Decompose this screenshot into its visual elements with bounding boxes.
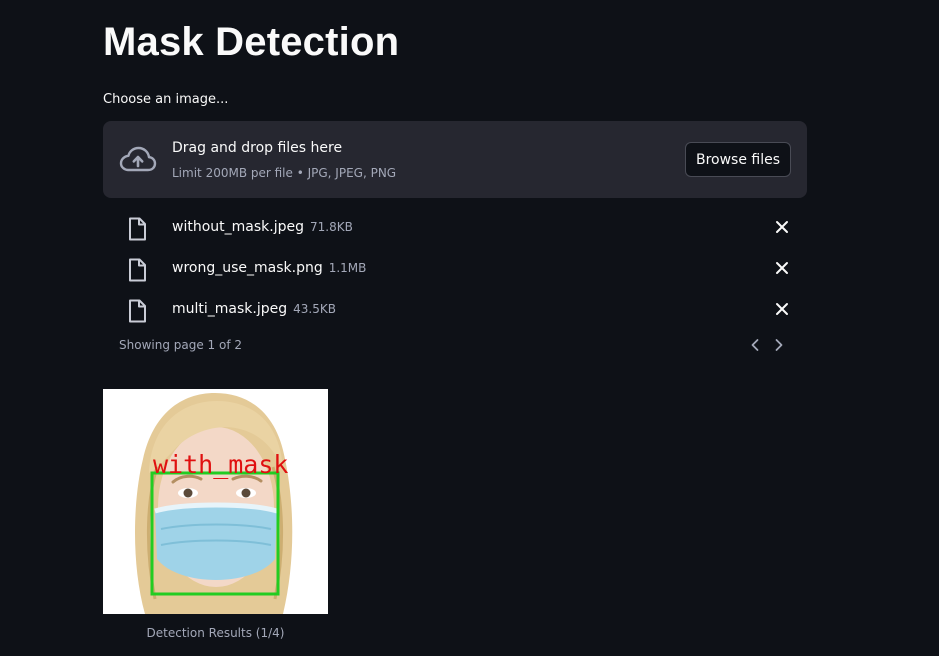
file-name: multi_mask.jpeg 43.5KB	[172, 301, 336, 317]
uploader-label: Choose an image...	[103, 92, 229, 107]
file-name-text: wrong_use_mask.png	[172, 260, 323, 276]
uploaded-file-list: without_mask.jpeg 71.8KB wrong_use_mask.p…	[103, 206, 807, 329]
file-icon	[129, 258, 146, 282]
file-name-text: without_mask.jpeg	[172, 219, 304, 235]
remove-file-button[interactable]	[771, 257, 793, 279]
detection-result-image: with_mask	[103, 389, 328, 614]
chevron-left-icon	[751, 339, 759, 351]
chevron-right-icon	[775, 339, 783, 351]
close-icon	[776, 262, 788, 274]
image-caption: Detection Results (1/4)	[146, 626, 285, 640]
file-list-item: without_mask.jpeg 71.8KB	[103, 206, 807, 247]
remove-file-button[interactable]	[771, 298, 793, 320]
dropzone-limit-text: Limit 200MB per file • JPG, JPEG, PNG	[172, 166, 397, 180]
file-list-item: multi_mask.jpeg 43.5KB	[103, 288, 807, 329]
close-icon	[776, 303, 788, 315]
detection-label: with_mask	[153, 450, 288, 479]
file-name: wrong_use_mask.png 1.1MB	[172, 260, 366, 276]
app-page: Mask Detection Choose an image... Drag a…	[0, 0, 939, 656]
file-size: 1.1MB	[328, 261, 367, 275]
file-name: without_mask.jpeg 71.8KB	[172, 219, 353, 235]
file-icon	[129, 217, 146, 241]
close-icon	[776, 221, 788, 233]
page-title: Mask Detection	[103, 20, 400, 64]
file-icon	[129, 299, 146, 323]
file-dropzone[interactable]: Drag and drop files here Limit 200MB per…	[103, 121, 807, 198]
pagination-status: Showing page 1 of 2	[119, 338, 242, 352]
dropzone-instructions: Drag and drop files here	[172, 140, 343, 156]
file-list-item: wrong_use_mask.png 1.1MB	[103, 247, 807, 288]
cloud-upload-icon	[119, 146, 157, 172]
file-size: 43.5KB	[293, 302, 336, 316]
browse-files-button[interactable]: Browse files	[685, 142, 791, 177]
previous-page-button[interactable]	[746, 335, 764, 355]
file-name-text: multi_mask.jpeg	[172, 301, 288, 317]
next-page-button[interactable]	[770, 335, 788, 355]
remove-file-button[interactable]	[771, 216, 793, 238]
file-size: 71.8KB	[309, 220, 353, 234]
